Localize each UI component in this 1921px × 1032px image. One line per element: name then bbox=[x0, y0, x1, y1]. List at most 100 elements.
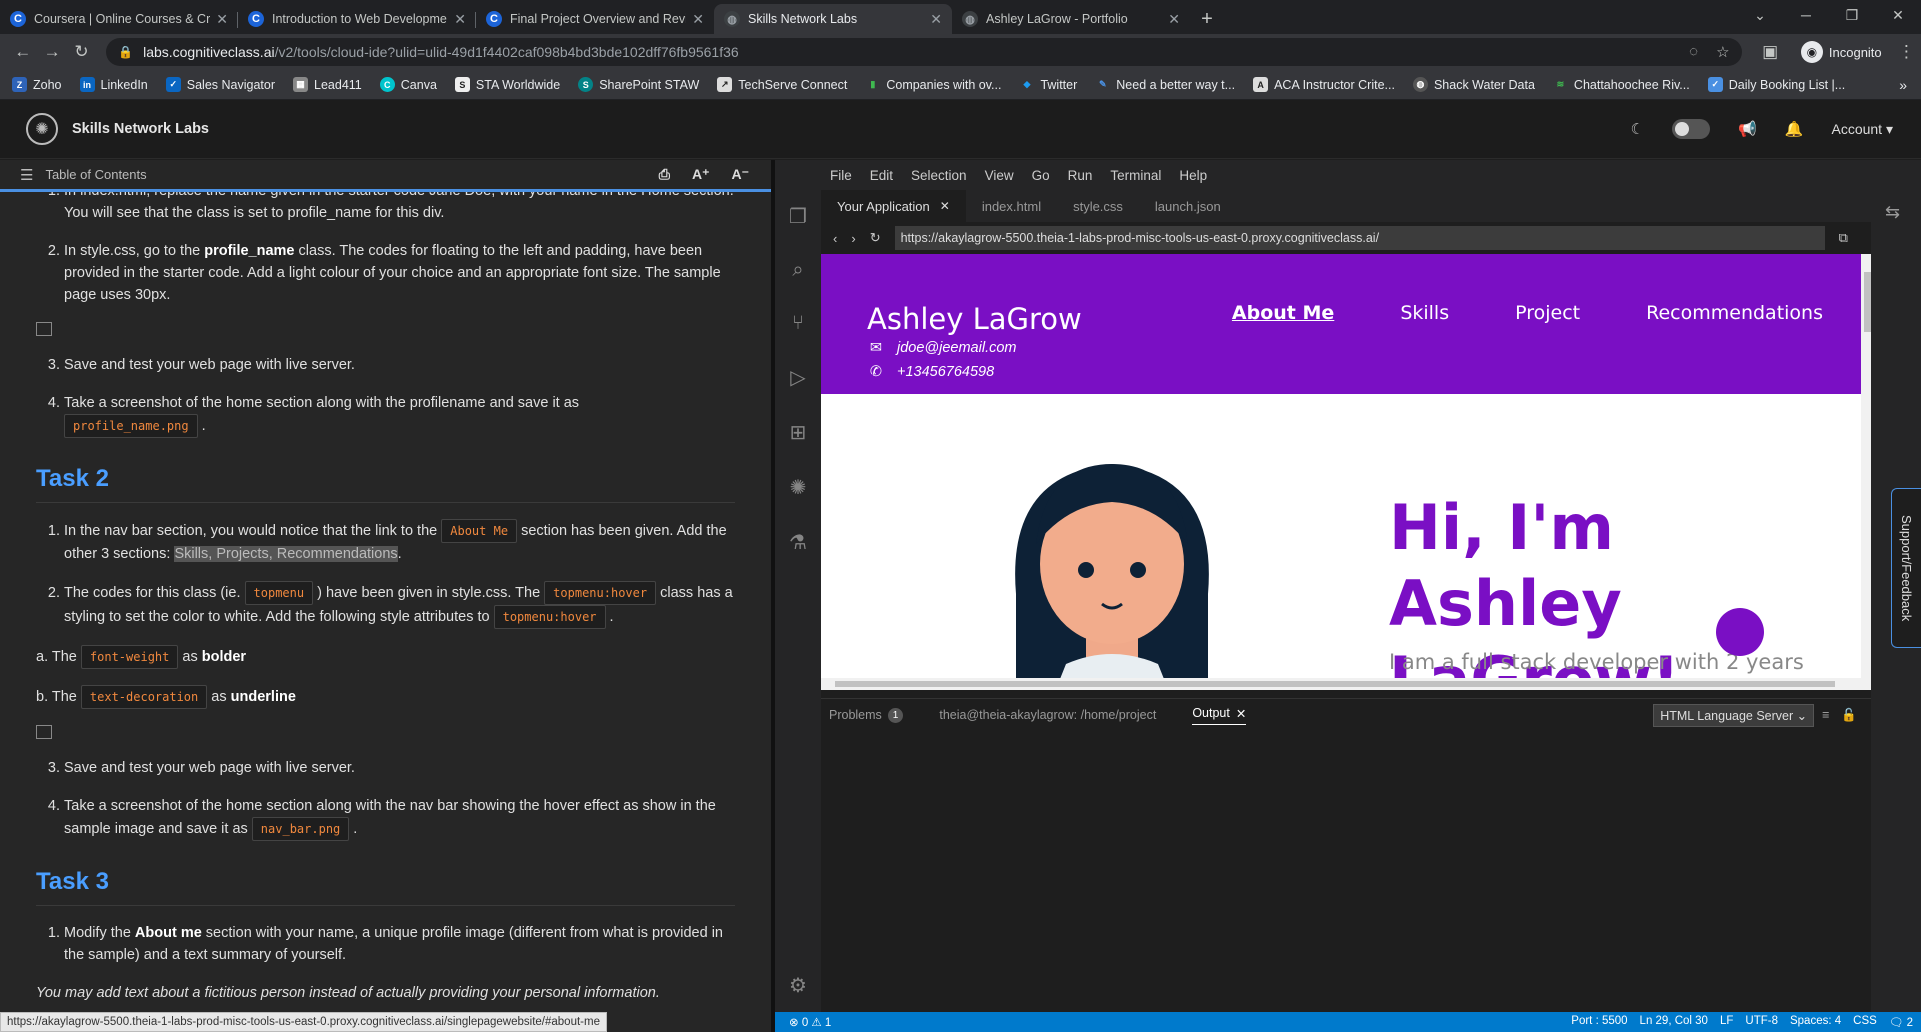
eye-off-icon[interactable]: ◌ bbox=[1689, 43, 1698, 61]
tab-search-icon[interactable]: ⌄ bbox=[1737, 0, 1783, 30]
tab-output[interactable]: Output ✕ bbox=[1192, 706, 1247, 725]
bookmark[interactable]: ↗ TechServe Connect bbox=[717, 77, 847, 92]
skills-network-icon[interactable]: ✺ bbox=[790, 475, 807, 500]
port-status[interactable]: Port : 5500 bbox=[1571, 1015, 1627, 1029]
bookmark[interactable]: ✓ Daily Booking List |... bbox=[1707, 77, 1845, 92]
output-channel-select[interactable]: HTML Language Server ⌄ bbox=[1653, 703, 1815, 727]
line-ending[interactable]: LF bbox=[1720, 1015, 1733, 1029]
run-debug-icon[interactable]: ▷ bbox=[790, 365, 805, 390]
chevron-right-icon[interactable]: › bbox=[851, 231, 855, 246]
bookmark[interactable]: in LinkedIn bbox=[79, 77, 148, 92]
new-tab-button[interactable]: + bbox=[1190, 4, 1224, 34]
language-mode[interactable]: CSS bbox=[1853, 1015, 1877, 1029]
source-control-icon[interactable]: ⑂ bbox=[792, 312, 804, 335]
flask-icon[interactable]: ⚗ bbox=[789, 530, 807, 555]
close-icon[interactable]: ✕ bbox=[454, 11, 466, 28]
forward-icon[interactable]: → bbox=[37, 42, 66, 62]
close-icon[interactable]: ✕ bbox=[692, 11, 704, 28]
lock-icon[interactable]: 🔒 bbox=[118, 45, 133, 59]
search-icon[interactable]: ⌕ bbox=[792, 259, 803, 282]
dark-mode-toggle[interactable] bbox=[1672, 119, 1711, 139]
tab-style-css[interactable]: style.css bbox=[1057, 190, 1139, 222]
extensions-icon[interactable]: ⊞ bbox=[790, 420, 807, 445]
close-icon[interactable]: ✕ bbox=[1168, 11, 1180, 28]
refresh-icon[interactable]: ↻ bbox=[870, 230, 881, 246]
account-menu[interactable]: Account ▾ bbox=[1831, 121, 1893, 138]
bell-icon[interactable]: 🔔 bbox=[1785, 120, 1804, 138]
settings-gear-icon[interactable]: ⚙ bbox=[789, 973, 807, 998]
back-icon[interactable]: ← bbox=[8, 42, 37, 62]
browser-tab[interactable]: C Introduction to Web Developme ✕ bbox=[238, 4, 476, 34]
menu-view[interactable]: View bbox=[985, 168, 1014, 183]
open-external-icon[interactable]: ⧉ bbox=[1839, 230, 1848, 246]
browser-tab[interactable]: C Coursera | Online Courses & Cre ✕ bbox=[0, 4, 238, 34]
notifications-status[interactable]: 🗨 2 bbox=[1889, 1015, 1913, 1029]
encoding[interactable]: UTF-8 bbox=[1745, 1015, 1778, 1029]
tab-problems[interactable]: Problems 1 bbox=[829, 707, 904, 723]
tab-launch-json[interactable]: launch.json bbox=[1139, 190, 1237, 222]
bookmark[interactable]: A ACA Instructor Crite... bbox=[1253, 77, 1395, 92]
explorer-icon[interactable]: ❐ bbox=[789, 204, 807, 229]
bookmark[interactable]: Z Zoho bbox=[12, 77, 62, 92]
menu-terminal[interactable]: Terminal bbox=[1110, 168, 1161, 183]
outline-icon[interactable]: ⇆ bbox=[1885, 202, 1900, 223]
bookmark[interactable]: ▦ Lead411 bbox=[293, 77, 362, 92]
lock-scroll-icon[interactable]: 🔓 bbox=[1841, 708, 1857, 723]
bookmark[interactable]: ◆ Twitter bbox=[1019, 77, 1077, 92]
problems-status[interactable]: ⊗ 0 ⚠ 1 bbox=[789, 1015, 831, 1029]
browser-tab[interactable]: ◍ Ashley LaGrow - Portfolio ✕ bbox=[952, 4, 1190, 34]
bookmark[interactable]: ◍ Shack Water Data bbox=[1412, 77, 1535, 92]
bookmark[interactable]: C Canva bbox=[379, 77, 437, 92]
clear-output-icon[interactable]: ≡ bbox=[1822, 708, 1829, 723]
megaphone-icon[interactable]: 📢 bbox=[1738, 120, 1757, 138]
font-increase-icon[interactable]: A⁺ bbox=[692, 166, 710, 183]
bookmark[interactable]: S SharePoint STAW bbox=[578, 77, 699, 92]
preview-url-input[interactable]: https://akaylagrow-5500.theia-1-labs-pro… bbox=[894, 226, 1825, 250]
tab-terminal[interactable]: theia@theia-akaylagrow: /home/project bbox=[939, 708, 1156, 722]
side-panel-icon[interactable]: ▣ bbox=[1756, 42, 1785, 62]
menu-edit[interactable]: Edit bbox=[870, 168, 893, 183]
nav-link-skills[interactable]: Skills bbox=[1400, 302, 1449, 324]
restore-button[interactable]: ❐ bbox=[1829, 0, 1875, 30]
bookmark[interactable]: S STA Worldwide bbox=[454, 77, 560, 92]
minimize-button[interactable]: ─ bbox=[1783, 0, 1829, 30]
highlighted-text[interactable]: Skills, Projects, Recommendations bbox=[174, 546, 398, 562]
close-window-button[interactable]: ✕ bbox=[1875, 0, 1921, 30]
toc-label[interactable]: Table of Contents bbox=[45, 167, 146, 182]
bookmark-star-icon[interactable]: ☆ bbox=[1716, 43, 1729, 61]
incognito-indicator[interactable]: ◉ Incognito bbox=[1800, 41, 1882, 63]
bookmark[interactable]: ≋ Chattahoochee Riv... bbox=[1553, 77, 1690, 92]
nav-link-recommendations[interactable]: Recommendations bbox=[1646, 302, 1823, 324]
bookmark[interactable]: ✓ Sales Navigator bbox=[165, 77, 275, 92]
url-bar[interactable]: 🔒 labs.cognitiveclass.ai/v2/tools/cloud-… bbox=[106, 38, 1742, 66]
preview-horizontal-scrollbar[interactable] bbox=[821, 678, 1875, 690]
more-bookmarks-icon[interactable]: » bbox=[1899, 77, 1907, 93]
support-feedback-button[interactable]: Support/Feedback bbox=[1891, 488, 1921, 648]
tab-your-application[interactable]: Your Application ✕ bbox=[821, 190, 966, 222]
close-icon[interactable]: ✕ bbox=[216, 11, 228, 28]
close-icon[interactable]: ✕ bbox=[1236, 706, 1246, 721]
browser-tab[interactable]: C Final Project Overview and Revie ✕ bbox=[476, 4, 714, 34]
menu-icon[interactable]: ☰ bbox=[20, 166, 33, 184]
browser-tab-active[interactable]: ◍ Skills Network Labs ✕ bbox=[714, 4, 952, 34]
bookmark[interactable]: ✎ Need a better way t... bbox=[1095, 77, 1235, 92]
font-decrease-icon[interactable]: A⁻ bbox=[732, 166, 750, 183]
floating-action-button[interactable] bbox=[1716, 608, 1764, 656]
print-icon[interactable]: ⎙ bbox=[659, 166, 670, 183]
reload-icon[interactable]: ↻ bbox=[67, 42, 96, 62]
close-icon[interactable]: ✕ bbox=[940, 199, 950, 213]
tab-index-html[interactable]: index.html bbox=[966, 190, 1057, 222]
bookmark[interactable]: ▮ Companies with ov... bbox=[865, 77, 1001, 92]
more-menu-icon[interactable]: ⋮ bbox=[1892, 42, 1921, 62]
menu-help[interactable]: Help bbox=[1179, 168, 1207, 183]
cursor-position[interactable]: Ln 29, Col 30 bbox=[1640, 1015, 1708, 1029]
menu-run[interactable]: Run bbox=[1068, 168, 1093, 183]
indentation[interactable]: Spaces: 4 bbox=[1790, 1015, 1841, 1029]
menu-file[interactable]: File bbox=[830, 168, 852, 183]
nav-link-about-me[interactable]: About Me bbox=[1232, 302, 1334, 324]
menu-selection[interactable]: Selection bbox=[911, 168, 967, 183]
nav-link-project[interactable]: Project bbox=[1515, 302, 1580, 324]
menu-go[interactable]: Go bbox=[1032, 168, 1050, 183]
close-icon[interactable]: ✕ bbox=[930, 11, 942, 28]
chevron-left-icon[interactable]: ‹ bbox=[833, 231, 837, 246]
